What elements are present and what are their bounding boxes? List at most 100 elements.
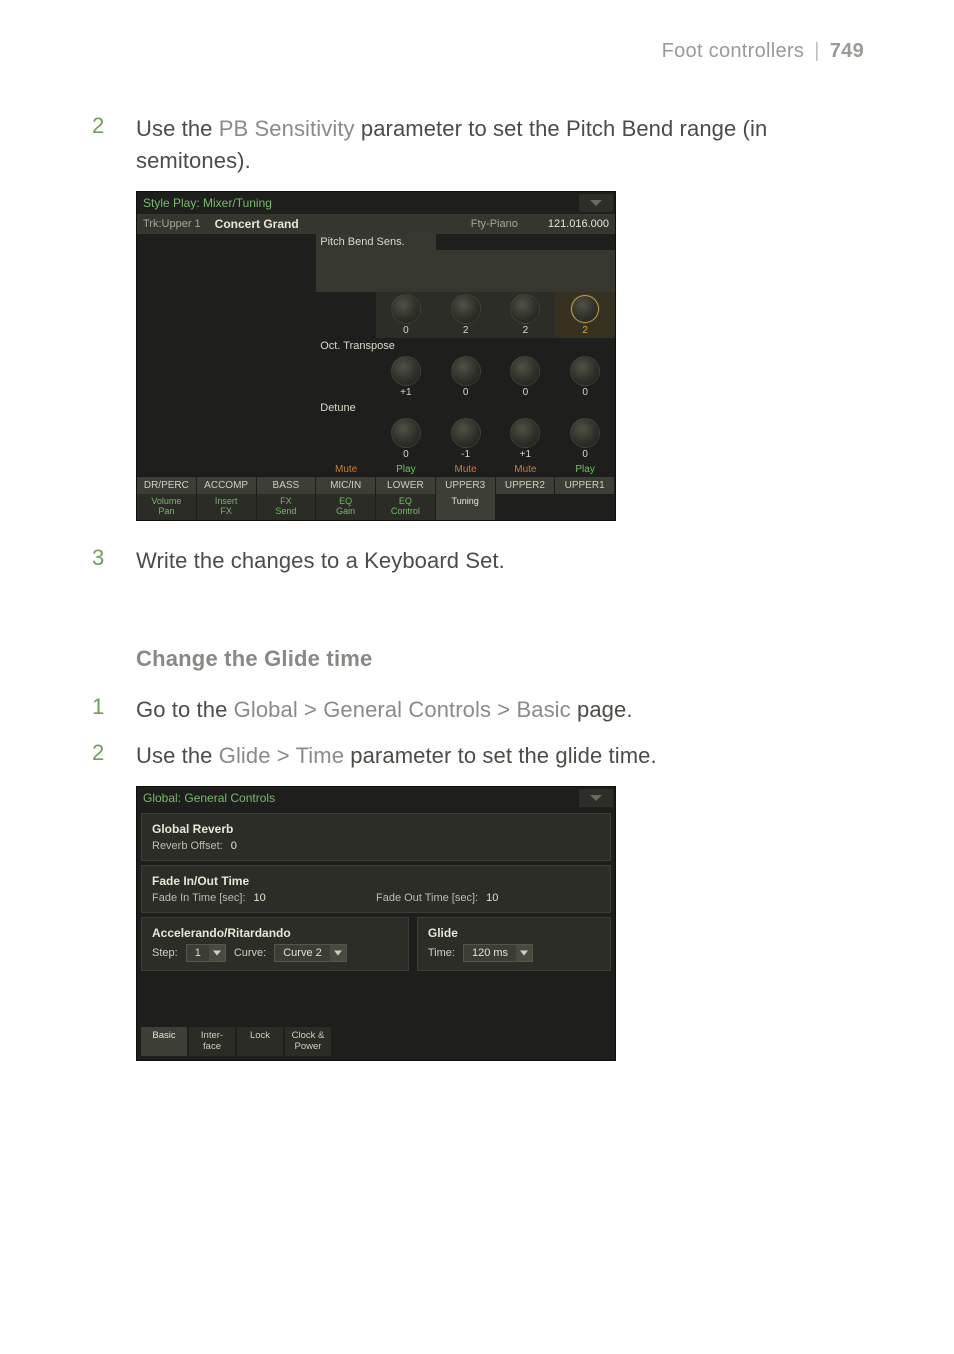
curve-label: Curve: [234, 947, 266, 959]
empty [137, 462, 197, 477]
header-page-number: 749 [830, 40, 864, 63]
play-indicator[interactable]: Play [555, 462, 615, 477]
knob[interactable] [391, 418, 421, 448]
chevron-down-icon [209, 945, 225, 961]
knob[interactable] [510, 418, 540, 448]
header-divider: | [814, 40, 820, 63]
fade-in-value[interactable]: 10 [254, 892, 266, 904]
step-2: 2 Use the PB Sensitivity parameter to se… [90, 113, 864, 177]
tab[interactable]: EQGain [316, 494, 376, 520]
step-number: 2 [90, 113, 136, 139]
step-text: Write the changes to a Keyboard Set. [136, 545, 505, 577]
track-head[interactable]: MIC/IN [316, 477, 376, 494]
scr1-fty: Fty-Piano [471, 218, 518, 230]
knob-value: 0 [463, 387, 469, 398]
param-pb-sensitivity: PB Sensitivity [219, 116, 355, 141]
mute-indicator[interactable]: Mute [496, 462, 556, 477]
tab[interactable]: FXSend [257, 494, 317, 520]
tab[interactable]: Clock & Power [285, 1027, 331, 1056]
knob-value: +1 [400, 387, 411, 398]
step-label: Step: [152, 947, 178, 959]
chevron-down-icon [330, 945, 346, 961]
glide-time-label: Time: [428, 947, 455, 959]
scr1-sound-name[interactable]: Concert Grand [201, 217, 471, 231]
panel-head: Global Reverb [152, 822, 600, 836]
panel-accel: Accelerando/Ritardando Step: 1 Curve: Cu… [141, 917, 409, 971]
panel-head: Accelerando/Ritardando [152, 926, 398, 940]
step-number: 1 [90, 694, 136, 720]
knob[interactable] [570, 294, 600, 324]
scr1-trk-label: Trk:Upper 1 [143, 218, 201, 230]
track-head[interactable]: UPPER2 [496, 477, 556, 494]
panel-global-reverb: Global Reverb Reverb Offset: 0 [141, 813, 611, 861]
knob[interactable] [451, 294, 481, 324]
step-3: 3 Write the changes to a Keyboard Set. [90, 545, 864, 577]
scr2-title: Global: General Controls [137, 787, 579, 809]
tab[interactable]: InsertFX [197, 494, 257, 520]
panel-glide: Glide Time: 120 ms [417, 917, 611, 971]
tab[interactable]: EQControl [376, 494, 436, 520]
empty [197, 462, 257, 477]
knob[interactable] [510, 356, 540, 386]
knob[interactable] [570, 356, 600, 386]
row-label: Oct. Transpose [316, 338, 436, 354]
track-head[interactable]: DR/PERC [137, 477, 197, 494]
mute-indicator[interactable]: Mute [316, 462, 376, 477]
knob-value: 0 [582, 387, 588, 398]
scr2-menu-icon[interactable] [579, 789, 613, 807]
knob-value: +1 [520, 449, 531, 460]
knob-value: 0 [523, 387, 529, 398]
tab [555, 494, 615, 520]
tab[interactable]: Tuning [436, 494, 496, 520]
step-text: Use the PB Sensitivity parameter to set … [136, 113, 864, 177]
panel-fade: Fade In/Out Time Fade In Time [sec]: 10 F… [141, 865, 611, 913]
reverb-offset-value[interactable]: 0 [231, 840, 237, 852]
knob[interactable] [391, 294, 421, 324]
param-glide-time: Glide > Time [219, 743, 344, 768]
knob[interactable] [451, 418, 481, 448]
scr1-title: Style Play: Mixer/Tuning [137, 192, 579, 214]
scr1-bank: 121.016.000 [548, 218, 609, 230]
screenshot-mixer-tuning: Style Play: Mixer/Tuning Trk:Upper 1 Con… [136, 191, 864, 521]
row-label: Detune [316, 400, 436, 416]
knob-value: 0 [582, 449, 588, 460]
track-head[interactable]: ACCOMP [197, 477, 257, 494]
knob[interactable] [570, 418, 600, 448]
page-header: Foot controllers | 749 [90, 40, 864, 63]
track-head[interactable]: BASS [257, 477, 317, 494]
track-head[interactable]: LOWER [376, 477, 436, 494]
knob[interactable] [391, 356, 421, 386]
row-label: Pitch Bend Sens. [316, 234, 436, 250]
tab [496, 494, 556, 520]
tab[interactable]: Lock [237, 1027, 283, 1056]
reverb-offset-label: Reverb Offset: [152, 840, 223, 852]
step-2b: 2 Use the Glide > Time parameter to set … [90, 740, 864, 772]
fade-out-value[interactable]: 10 [486, 892, 498, 904]
chevron-down-icon [516, 945, 532, 961]
track-head[interactable]: UPPER1 [555, 477, 615, 494]
step-text: Go to the Global > General Controls > Ba… [136, 694, 633, 726]
step-1b: 1 Go to the Global > General Controls > … [90, 694, 864, 726]
step-dropdown[interactable]: 1 [186, 944, 226, 962]
mute-indicator[interactable]: Mute [436, 462, 496, 477]
play-indicator[interactable]: Play [376, 462, 436, 477]
step-text: Use the Glide > Time parameter to set th… [136, 740, 657, 772]
tab[interactable]: Inter- face [189, 1027, 235, 1056]
panel-head: Fade In/Out Time [152, 874, 600, 888]
curve-dropdown[interactable]: Curve 2 [274, 944, 347, 962]
track-head[interactable]: UPPER3 [436, 477, 496, 494]
knob-value: 2 [582, 325, 588, 336]
tab[interactable]: Basic [141, 1027, 187, 1056]
fade-in-label: Fade In Time [sec]: [152, 892, 246, 904]
screenshot-global-controls: Global: General Controls Global Reverb R… [136, 786, 864, 1061]
param-global-path: Global > General Controls > Basic [234, 697, 571, 722]
fade-out-label: Fade Out Time [sec]: [376, 892, 478, 904]
glide-time-dropdown[interactable]: 120 ms [463, 944, 533, 962]
knob[interactable] [510, 294, 540, 324]
header-section: Foot controllers [662, 40, 805, 63]
scr1-menu-icon[interactable] [579, 194, 613, 212]
tab[interactable]: VolumePan [137, 494, 197, 520]
knob-value: -1 [461, 449, 470, 460]
section-title-glide: Change the Glide time [136, 646, 864, 672]
knob[interactable] [451, 356, 481, 386]
